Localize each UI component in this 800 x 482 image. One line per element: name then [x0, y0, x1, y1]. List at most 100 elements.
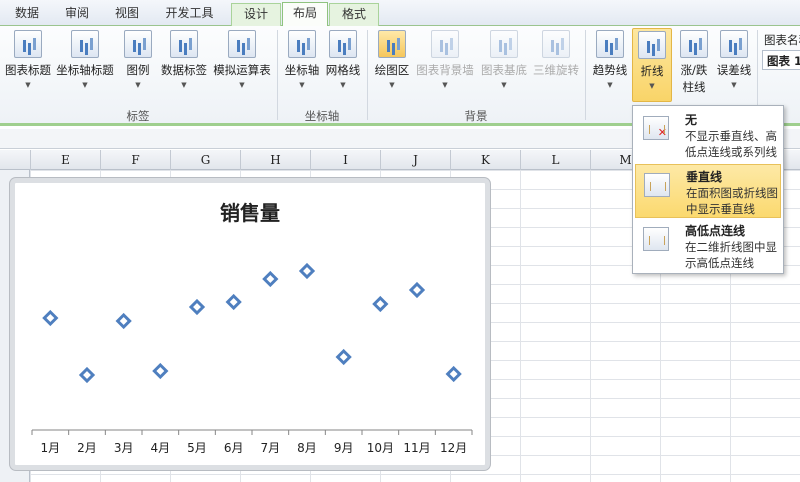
axes-icon: [288, 30, 316, 58]
label: 涨/跌: [680, 63, 708, 77]
dropdown-arrow-icon: ▼: [607, 81, 613, 89]
group-label-axes: 坐标轴: [304, 109, 340, 123]
dropdown-arrow-icon: ▼: [239, 81, 245, 89]
x-tick-label: 9月: [334, 441, 354, 455]
label: 折线: [640, 64, 664, 78]
dropdown-arrow-icon: ▼: [299, 81, 305, 89]
label: 趋势线: [592, 63, 628, 77]
data-point[interactable]: [408, 281, 426, 299]
lines-button[interactable]: 折线 ▼: [632, 28, 672, 102]
chart-title-button[interactable]: 图表标题 ▼: [2, 30, 54, 89]
dropdown-arrow-icon: ▼: [731, 81, 737, 89]
menu-item-desc: 在面积图或折线图中显示垂直线: [686, 186, 778, 216]
data-table-icon: [228, 30, 256, 58]
data-labels-button[interactable]: 数据标签 ▼: [158, 30, 210, 89]
data-point[interactable]: [152, 362, 169, 380]
plot-area-button[interactable]: 绘图区 ▼: [372, 30, 412, 89]
menu-item-title: 高低点连线: [685, 224, 746, 238]
tab-format[interactable]: 格式: [329, 3, 379, 26]
column-header[interactable]: K: [450, 150, 520, 170]
menu-item-drop-lines[interactable]: 垂直线在面积图或折线图中显示垂直线: [635, 164, 781, 218]
lines-icon: [638, 31, 666, 59]
dropdown-arrow-icon: ▼: [340, 81, 346, 89]
dropdown-arrow-icon: ▼: [649, 82, 655, 90]
menu-item-title: 无: [685, 113, 698, 127]
3d-rotation-button[interactable]: 三维旋转: [530, 30, 582, 78]
x-tick-label: 11月: [403, 441, 430, 455]
dropdown-arrow-icon: ▼: [135, 81, 141, 89]
column-header[interactable]: E: [30, 150, 100, 170]
x-tick-label: 4月: [151, 441, 171, 455]
menu-item-title: 垂直线: [686, 170, 723, 184]
label: 图例: [126, 63, 150, 77]
dropdown-arrow-icon: ▼: [389, 81, 395, 89]
data-point[interactable]: [298, 262, 316, 280]
chart-wall-icon: [431, 30, 459, 58]
label: 三维旋转: [533, 63, 579, 77]
x-tick-label: 3月: [114, 441, 134, 455]
dropdown-arrow-icon: ▼: [82, 81, 88, 89]
data-point[interactable]: [42, 309, 59, 327]
lines-dropdown-menu: ✕ 无不显示垂直线、高低点连线或系列线 垂直线 在面积图或折线图中显示垂直线 高低点…: [632, 105, 784, 274]
chart-wall-button[interactable]: 图表背景墙 ▼: [414, 30, 476, 89]
chart-floor-icon: [490, 30, 518, 58]
tab-data[interactable]: 数据: [2, 3, 52, 26]
column-header[interactable]: H: [240, 150, 310, 170]
drop-lines-icon: [644, 173, 670, 197]
axes-button[interactable]: 坐标轴 ▼: [282, 30, 322, 89]
up-down-bars-button[interactable]: 涨/跌柱线: [674, 30, 714, 96]
high-low-lines-icon: [643, 227, 669, 251]
label: 柱线: [682, 80, 706, 94]
column-header[interactable]: G: [170, 150, 240, 170]
x-tick-label: 10月: [367, 441, 394, 455]
x-tick-label: 12月: [440, 441, 467, 455]
data-point[interactable]: [372, 295, 389, 313]
divider: [585, 30, 586, 120]
chart-title-icon: [14, 30, 42, 58]
column-header[interactable]: F: [100, 150, 170, 170]
menu-item-high-low-lines[interactable]: 高低点连线 在二维折线图中显示高低点连线: [635, 219, 781, 273]
label: 坐标轴: [284, 63, 320, 77]
data-point[interactable]: [115, 312, 132, 330]
error-bars-icon: [720, 30, 748, 58]
data-table-button[interactable]: 模拟运算表 ▼: [211, 30, 273, 89]
tab-view[interactable]: 视图: [102, 3, 152, 26]
data-point[interactable]: [225, 293, 242, 311]
chart-name-input[interactable]: 图表 1: [762, 50, 800, 70]
label: 模拟运算表: [213, 63, 271, 77]
axis-title-button[interactable]: 坐标轴标题 ▼: [54, 30, 116, 89]
ribbon-tabs: 数据 审阅 视图 开发工具 设计 布局 格式: [0, 0, 800, 27]
column-header[interactable]: I: [310, 150, 380, 170]
menu-item-none[interactable]: ✕ 无不显示垂直线、高低点连线或系列线: [635, 108, 781, 162]
error-bars-button[interactable]: 误差线 ▼: [714, 30, 754, 89]
x-tick-label: 2月: [77, 441, 97, 455]
group-label-background: 背景: [464, 109, 488, 123]
column-header[interactable]: L: [520, 150, 590, 170]
trendline-button[interactable]: 趋势线 ▼: [590, 30, 630, 89]
chart-floor-button[interactable]: 图表基底 ▼: [478, 30, 530, 89]
plot-area[interactable]: 1月 2月 3月 4月 5月 6月 7月 8月 9月 10月 11月 12月: [15, 183, 485, 465]
tab-review[interactable]: 审阅: [52, 3, 102, 26]
label: 图表标题: [5, 63, 51, 77]
data-point[interactable]: [78, 366, 96, 384]
data-point[interactable]: [335, 348, 352, 366]
data-point[interactable]: [262, 270, 279, 288]
dropdown-arrow-icon: ▼: [442, 81, 448, 89]
axis-title-icon: [71, 30, 99, 58]
chart-object[interactable]: 销售量 1月 2月 3月 4月 5月 6月 7月 8月 9月 10月 11月 12月: [10, 178, 490, 470]
divider: [367, 30, 368, 120]
label: 坐标轴标题: [56, 63, 114, 77]
column-header[interactable]: J: [380, 150, 450, 170]
x-tick-label: 8月: [297, 441, 317, 455]
legend-button[interactable]: 图例 ▼: [118, 30, 158, 89]
dropdown-arrow-icon: ▼: [501, 81, 507, 89]
tab-design[interactable]: 设计: [231, 3, 281, 26]
x-tick-label: 5月: [187, 441, 207, 455]
data-point[interactable]: [188, 298, 206, 316]
gridlines-button[interactable]: 网格线 ▼: [323, 30, 363, 89]
trendline-icon: [596, 30, 624, 58]
menu-item-desc: 不显示垂直线、高低点连线或系列线: [685, 129, 777, 159]
tab-developer[interactable]: 开发工具: [152, 3, 227, 26]
data-point[interactable]: [445, 365, 462, 383]
tab-layout[interactable]: 布局: [282, 2, 328, 27]
